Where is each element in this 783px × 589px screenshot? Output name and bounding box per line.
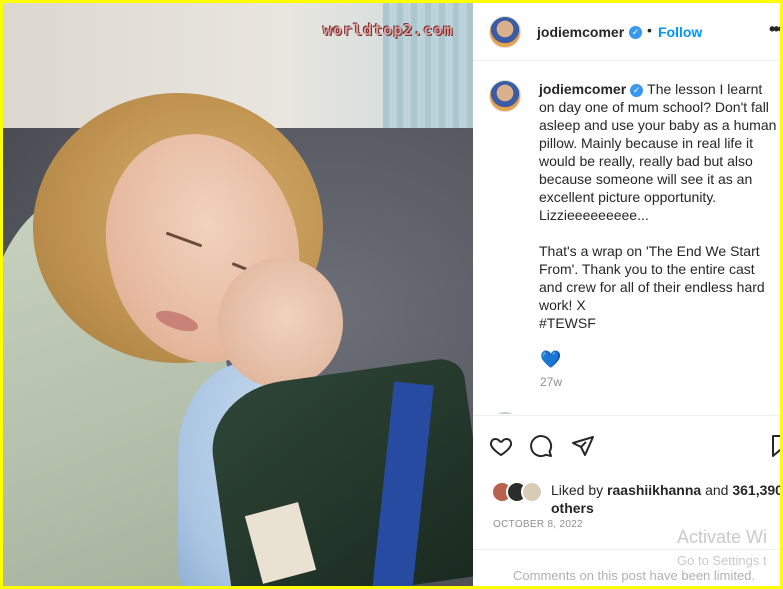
comment-row-partial <box>489 412 779 414</box>
verified-badge-icon: ✓ <box>630 84 644 97</box>
comment-bubble-icon[interactable] <box>529 434 553 463</box>
liked-by-user[interactable]: raashiikhanna <box>607 482 701 498</box>
caption-avatar[interactable] <box>489 80 521 112</box>
header-separator: • <box>647 22 652 38</box>
follow-button[interactable]: Follow <box>658 24 702 40</box>
liked-by-prefix: Liked by <box>551 482 604 498</box>
hashtag-link[interactable]: #TEWSF <box>539 315 596 331</box>
liker-avatars[interactable] <box>491 481 545 503</box>
activate-windows-subtitle: Go to Settings t <box>677 553 767 568</box>
heart-outline-icon[interactable] <box>489 434 513 463</box>
activate-windows-title: Activate Wi <box>677 527 768 547</box>
photo-baby-head <box>218 258 343 388</box>
blue-heart-emoji: 💙 <box>540 350 562 369</box>
paper-plane-icon[interactable] <box>571 434 595 463</box>
bookmark-icon[interactable] <box>771 434 780 463</box>
verified-badge-icon: ✓ <box>629 26 642 39</box>
caption-text: The lesson I learnt on day one of mum sc… <box>539 81 777 223</box>
post-date[interactable]: OCTOBER 8, 2022 <box>493 519 583 530</box>
caption-paragraph-2: That's a wrap on 'The End We Start From'… <box>539 242 779 332</box>
comments-limited-notice: Comments on this post have been limited. <box>513 568 756 583</box>
header-avatar[interactable] <box>489 16 521 48</box>
watermark: worldtop2.com <box>323 21 454 39</box>
caption-username[interactable]: jodiemcomer <box>539 81 626 97</box>
post-age[interactable]: 27w <box>540 375 562 389</box>
likes-count[interactable]: 361,390 <box>732 482 780 498</box>
caption-area[interactable]: jodiemcomer ✓ The lesson I learnt on day o… <box>473 62 780 414</box>
screenshot-frame: worldtop2.com jodiemcomer ✓ • Follow •••… <box>3 3 780 586</box>
liked-by-middle: and <box>705 482 729 498</box>
post-photo: worldtop2.com <box>3 3 473 586</box>
likes-suffix[interactable]: others <box>551 500 594 516</box>
comment-avatar <box>489 412 521 414</box>
post-caption: jodiemcomer ✓ The lesson I learnt on day o… <box>539 80 779 332</box>
header-username[interactable]: jodiemcomer <box>537 24 624 40</box>
action-bar <box>473 415 780 465</box>
liker-avatar <box>521 481 543 503</box>
more-options-icon[interactable]: ••• <box>769 19 780 40</box>
post-header: jodiemcomer ✓ • Follow ••• <box>473 3 780 61</box>
post-panel: jodiemcomer ✓ • Follow ••• jodiemcomer✓T… <box>473 3 780 586</box>
likes-text: Liked by raashiikhanna and 361,390 other… <box>551 481 780 517</box>
caption-text-2: That's a wrap on 'The End We Start From'… <box>539 243 765 313</box>
